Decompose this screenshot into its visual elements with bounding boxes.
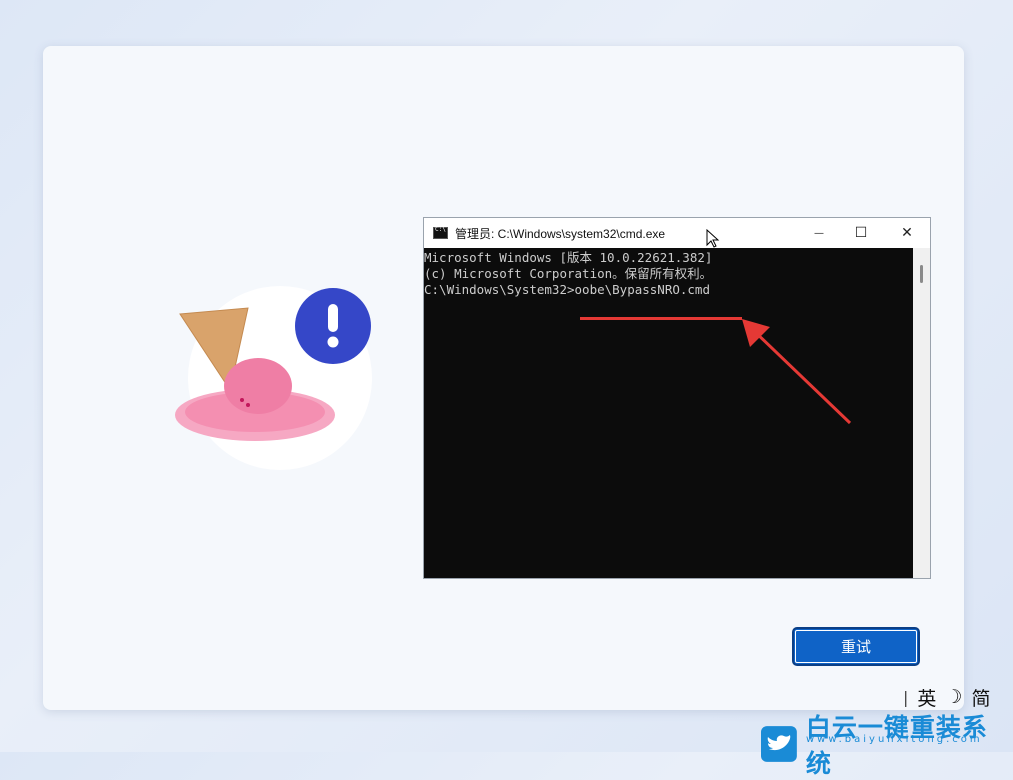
annotation-underline	[580, 317, 742, 320]
scrollbar-thumb[interactable]	[920, 265, 923, 283]
input-language-indicator[interactable]: 英	[917, 684, 936, 711]
mouse-cursor-icon	[706, 229, 720, 248]
ime-mode-indicator[interactable]: 简	[971, 684, 990, 711]
bird-logo-icon	[760, 726, 797, 762]
cmd-app-icon	[433, 226, 448, 239]
moon-icon[interactable]: ☽	[945, 686, 962, 708]
watermark-url: www.baiyunxitong.com	[806, 734, 983, 745]
maximize-icon: ☐	[854, 225, 868, 241]
console-scrollbar[interactable]	[913, 248, 930, 578]
cmd-titlebar[interactable]: 管理员: C:\Windows\system32\cmd.exe — ☐ ✕	[424, 218, 930, 248]
console-line: Microsoft Windows [版本 10.0.22621.382]	[424, 250, 713, 265]
minimize-icon: —	[814, 227, 824, 239]
tray-divider: |	[903, 687, 909, 707]
melted-ice-cream-illustration	[175, 286, 372, 470]
retry-button[interactable]: 重试	[792, 627, 920, 666]
site-watermark: 白云一键重装系统 www.baiyunxitong.com	[760, 708, 1013, 780]
cmd-window-title: 管理员: C:\Windows\system32\cmd.exe	[455, 226, 666, 241]
annotation-arrow-icon	[742, 319, 852, 425]
close-button[interactable]: ✕	[884, 218, 930, 248]
maximize-button[interactable]: ☐	[838, 218, 884, 248]
close-icon: ✕	[901, 225, 913, 241]
system-tray: | 英 ☽ 简	[903, 683, 999, 711]
console-command-line: C:\Windows\System32>oobe\BypassNRO.cmd	[424, 282, 710, 297]
console-line: (c) Microsoft Corporation。保留所有权利。	[424, 266, 713, 281]
minimize-button[interactable]: —	[796, 218, 842, 248]
